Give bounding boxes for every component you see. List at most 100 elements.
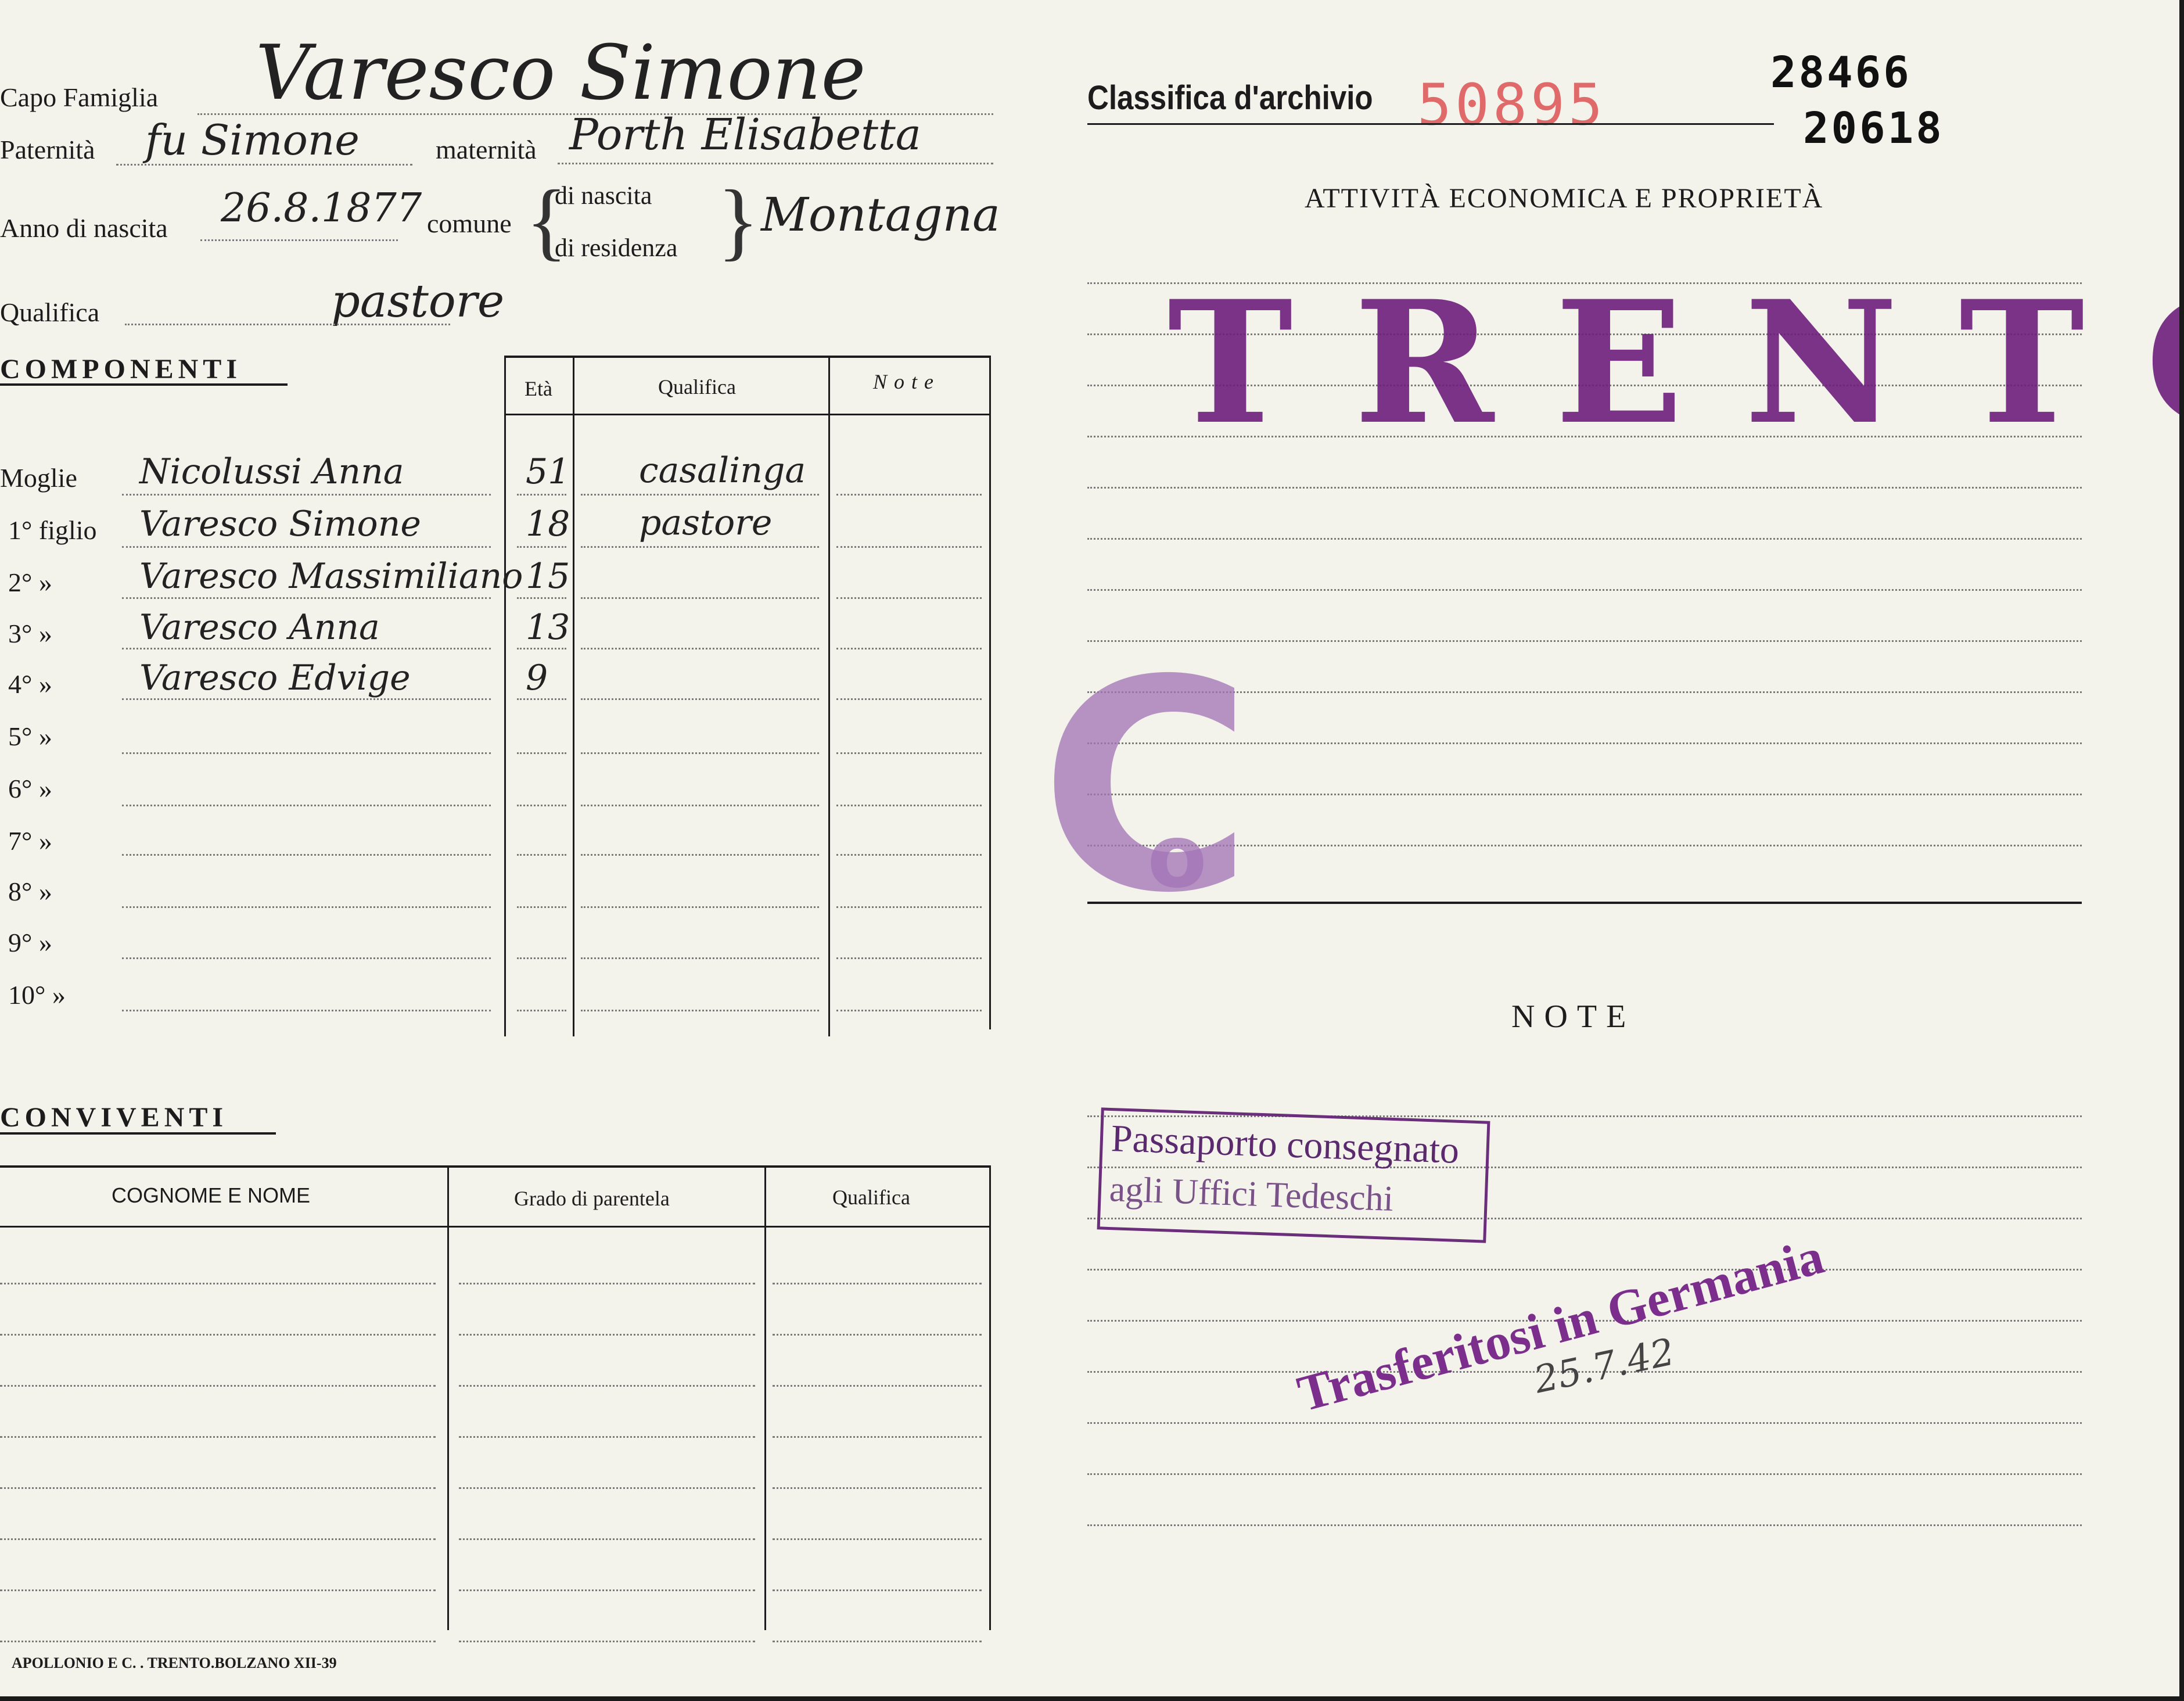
row-note-line	[836, 648, 982, 649]
row-eta-line	[517, 698, 566, 700]
row-eta-line	[517, 752, 566, 754]
conviventi-row-line	[459, 1589, 755, 1591]
classifica-label: Classifica d'archivio	[1087, 79, 1373, 117]
row-name-line	[122, 546, 491, 548]
attivita-title: ATTIVITÀ ECONOMICA E PROPRIETÀ	[1305, 183, 1824, 214]
conviventi-row-line	[459, 1487, 755, 1489]
row-qualifica-line	[581, 752, 819, 754]
row-eta: 18	[526, 504, 570, 544]
classifica-value: 50895	[1417, 72, 1607, 138]
componenti-table-header-bottom	[504, 414, 991, 415]
conviventi-row-line	[773, 1283, 982, 1284]
row-label: 10° »	[8, 980, 66, 1010]
row-eta-line	[517, 494, 566, 496]
conviventi-row-line	[459, 1436, 755, 1438]
row-note-line	[836, 546, 982, 548]
conviventi-col-qualifica	[764, 1165, 766, 1630]
note-line	[1087, 1524, 2082, 1526]
row-name-line	[122, 854, 491, 856]
conviventi-row-line	[773, 1334, 982, 1336]
row-qualifica-line	[581, 854, 819, 856]
c-stamp-small: o	[1147, 806, 1208, 907]
printer-footer: APOLLONIO E C. . TRENTO.BOLZANO XII-39	[12, 1655, 337, 1671]
capo-famiglia-value: Varesco Simone	[256, 28, 866, 117]
row-qualifica-line	[581, 906, 819, 908]
conviventi-row-line	[773, 1641, 982, 1642]
conviventi-row-line	[773, 1436, 982, 1438]
row-note-line	[836, 698, 982, 700]
conviventi-row-line	[773, 1385, 982, 1387]
conviventi-col-nome-header: COGNOME E NOME	[112, 1183, 311, 1207]
componenti-col-qualifica-header: Qualifica	[658, 375, 736, 399]
note-line	[1087, 1269, 2082, 1271]
capo-famiglia-label: Capo Famiglia	[0, 82, 159, 112]
classifica-underline	[1087, 123, 1774, 125]
conviventi-table-top	[0, 1165, 991, 1168]
conviventi-row-line	[0, 1385, 436, 1387]
row-label: 3° »	[8, 619, 52, 648]
conviventi-col-right	[989, 1165, 991, 1630]
qualifica-value: pastore	[331, 275, 505, 328]
paternita-label: Paternità	[0, 135, 95, 164]
anno-line	[200, 239, 398, 241]
row-label: 9° »	[8, 928, 52, 957]
maternita-value: Porth Elisabetta	[569, 110, 921, 160]
conviventi-col-grado-header: Grado di parentela	[514, 1187, 670, 1210]
componenti-title-underline	[0, 383, 288, 386]
conviventi-row-line	[0, 1641, 436, 1642]
row-eta-line	[517, 1010, 566, 1011]
row-label: 2° »	[8, 568, 52, 597]
di-residenza-label: di residenza	[555, 234, 678, 262]
conviventi-row-line	[459, 1283, 755, 1284]
row-qualifica: casalinga	[639, 450, 806, 491]
maternita-label: maternità	[436, 135, 537, 164]
row-qualifica-line	[581, 494, 819, 496]
conviventi-title-underline	[0, 1132, 276, 1135]
passaporto-line1: Passaporto consegnato	[1110, 1117, 1460, 1172]
anno-value: 26.8.1877	[221, 185, 422, 231]
row-name-line	[122, 597, 491, 599]
row-eta: 51	[526, 451, 570, 492]
componenti-col-eta	[573, 356, 574, 1036]
attivita-line	[1087, 487, 2082, 489]
row-qualifica-line	[581, 597, 819, 599]
row-eta: 13	[526, 607, 570, 648]
anno-label: Anno di nascita	[0, 213, 168, 243]
conviventi-row-line	[773, 1589, 982, 1591]
passaporto-line2: agli Uffici Tedeschi	[1108, 1169, 1395, 1219]
conviventi-row-line	[459, 1334, 755, 1336]
row-label: 1° figlio	[8, 515, 97, 545]
note-line	[1087, 1422, 2082, 1424]
registry-card: Capo Famiglia Varesco Simone Paternità f…	[0, 0, 2179, 1696]
row-label: 8° »	[8, 877, 52, 906]
row-qualifica-line	[581, 1010, 819, 1011]
row-name-line	[122, 648, 491, 649]
conviventi-col-qualifica-header: Qualifica	[832, 1186, 910, 1209]
attivita-line	[1087, 538, 2082, 540]
qualifica-label: Qualifica	[0, 297, 100, 327]
conviventi-row-line	[459, 1641, 755, 1642]
row-note-line	[836, 494, 982, 496]
c-stamp: C	[1040, 618, 1253, 956]
row-note-line	[836, 752, 982, 754]
conviventi-row-line	[0, 1436, 436, 1438]
row-name: Varesco Simone	[139, 504, 421, 544]
row-name-line	[122, 1010, 491, 1011]
row-note-line	[836, 597, 982, 599]
row-eta-line	[517, 546, 566, 548]
row-eta: 9	[526, 658, 548, 698]
row-name: Nicolussi Anna	[139, 451, 404, 492]
row-qualifica: pastore	[639, 503, 773, 543]
conviventi-title: CONVIVENTI	[0, 1102, 228, 1133]
componenti-col-eta-header: Età	[525, 377, 552, 400]
passaporto-stamp: Passaporto consegnato agli Uffici Tedesc…	[1097, 1107, 1490, 1243]
brace-right: }	[717, 173, 759, 269]
row-label: 5° »	[8, 722, 52, 751]
qualifica-line	[125, 324, 450, 325]
row-label: 7° »	[8, 826, 52, 856]
row-eta-line	[517, 648, 566, 649]
row-note-line	[836, 906, 982, 908]
archive-number-2: 20618	[1803, 103, 1944, 153]
comune-value: Montagna	[761, 188, 1000, 242]
row-eta-line	[517, 854, 566, 856]
